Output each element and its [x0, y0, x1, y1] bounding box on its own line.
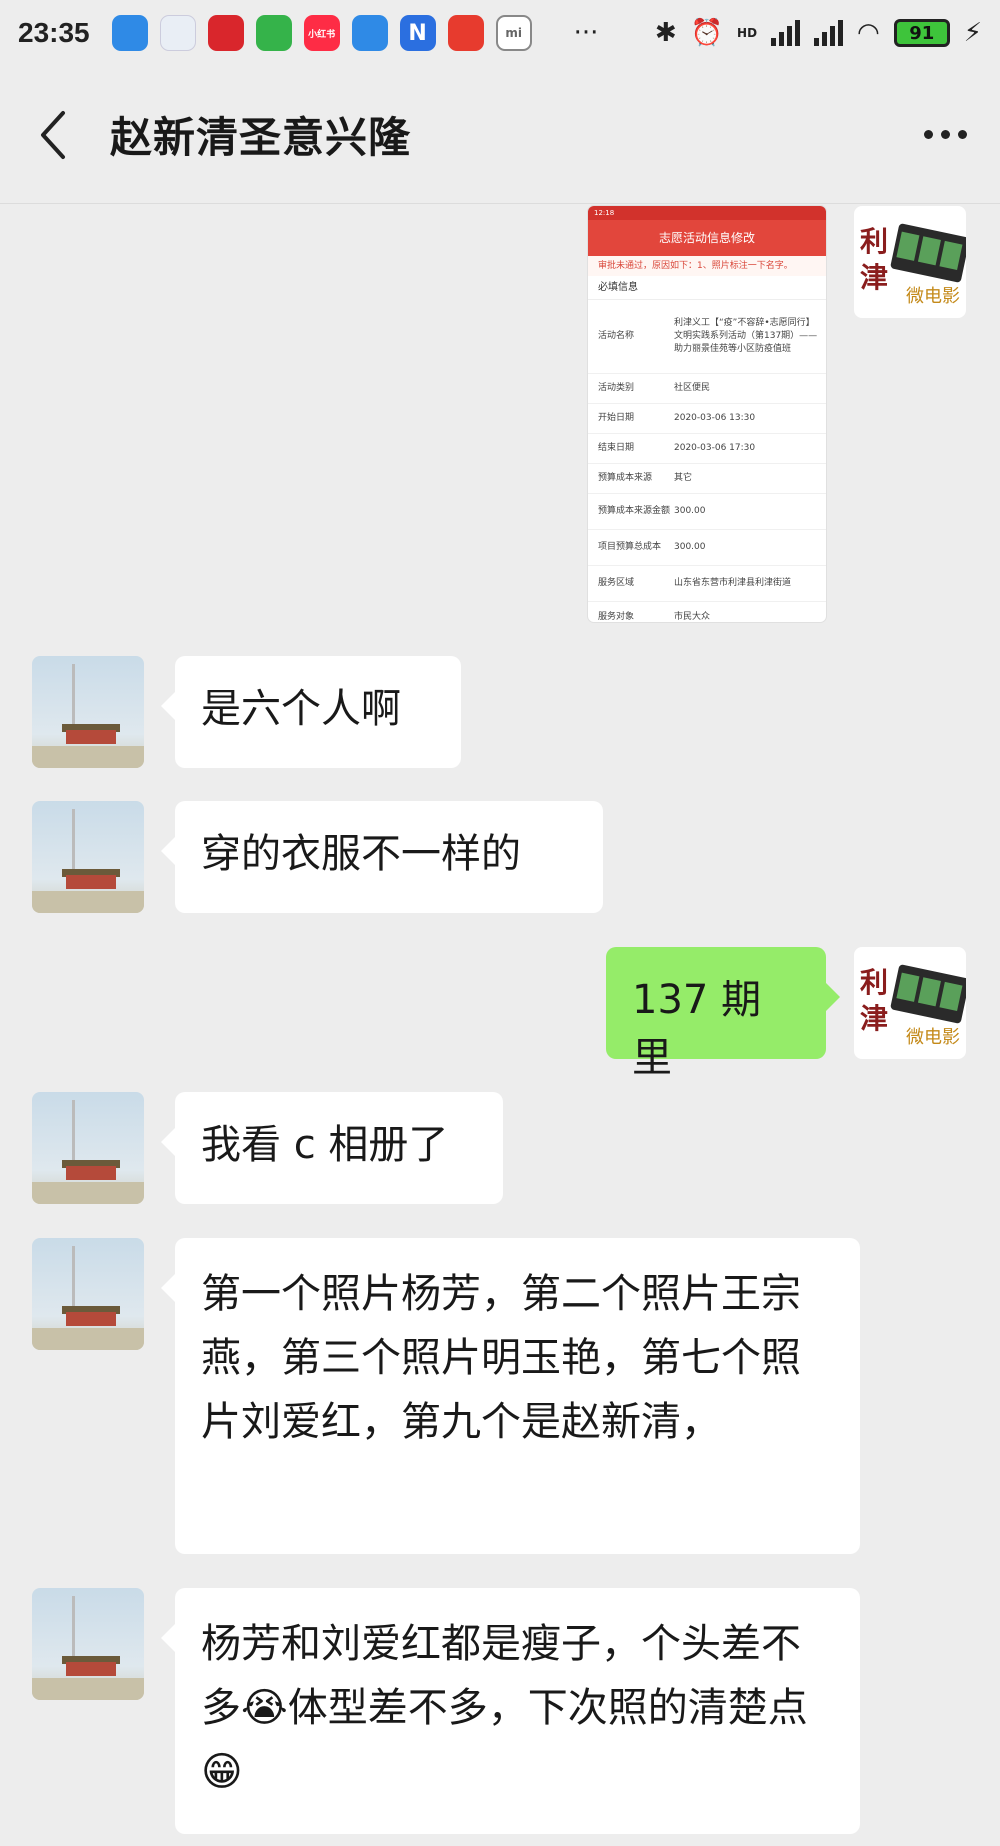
chevron-left-icon [41, 110, 65, 159]
my-avatar[interactable]: 利 津 微电影 [854, 947, 966, 1059]
message-text: 穿的衣服不一样的 [201, 831, 521, 877]
message-text: 我看 c 相册了 [201, 1122, 449, 1168]
row-key: 开始日期 [598, 413, 635, 423]
row-value: 其它 [674, 473, 693, 483]
row-key: 预算成本来源金额 [598, 506, 671, 516]
wifi-icon: ◠ [857, 18, 880, 48]
message-bubble[interactable]: 是六个人啊 [161, 656, 461, 768]
screenshot-row: 服务区域 山东省东营市利津县利津街道 [588, 566, 826, 602]
screenshot-row: 预算成本来源金额 300.00 [588, 494, 826, 530]
chat-header: 赵新清圣意兴隆 [0, 66, 1000, 204]
battery-icon: 91 [893, 19, 950, 47]
screenshot-row: 预算成本来源 其它 [588, 464, 826, 494]
message-bubble-outgoing[interactable]: 137 期里 [606, 947, 840, 1081]
app-icon-mi: mi [495, 15, 532, 51]
app-icon-video [255, 15, 292, 51]
alarm-icon: ⏰ [690, 18, 724, 48]
app-icon-red-pattern [207, 15, 244, 51]
row-key: 预算成本来源 [598, 473, 653, 483]
more-options-button[interactable] [890, 130, 1000, 139]
message-text: 杨芳和刘爱红都是瘦子，个头差不多😭体型差不多，下次照的清楚点😁 [201, 1621, 808, 1795]
row-key: 结束日期 [598, 443, 635, 453]
message-bubble[interactable]: 第一个照片杨芳，第二个照片王宗燕，第三个照片明玉艳，第七个照片刘爱红，第九个是赵… [161, 1238, 860, 1554]
message-bubble[interactable]: 我看 c 相册了 [161, 1092, 503, 1204]
avatar-char: 利 [860, 966, 889, 999]
dot-icon [957, 130, 967, 139]
charging-icon: ⚡ [963, 18, 982, 48]
screenshot-row: 服务对象 市民大众 [588, 602, 826, 622]
screenshot-row: 活动名称 利津义工【“疫”不容辞•志愿同行】文明实践系列活动（第137期）——助力… [588, 300, 826, 374]
message-text: 第一个照片杨芳，第二个照片王宗燕，第三个照片明玉艳，第七个照片刘爱红，第九个是赵… [201, 1271, 801, 1445]
contact-avatar[interactable] [32, 656, 144, 768]
message-bubble[interactable]: 杨芳和刘爱红都是瘦子，个头差不多😭体型差不多，下次照的清楚点😁 [161, 1588, 860, 1834]
row-value: 2020-03-06 17:30 [674, 443, 756, 453]
screenshot-section: 必填信息 [588, 276, 826, 300]
dot-icon [923, 130, 933, 139]
row-key: 活动类别 [598, 383, 635, 393]
status-app-icons: 小红书 N mi ··· [111, 15, 599, 51]
app-icon-blue-2 [351, 15, 388, 51]
chat-title: 赵新清圣意兴隆 [110, 113, 412, 162]
row-value: 300.00 [674, 542, 706, 552]
status-time: 23:35 [18, 17, 90, 48]
app-icon-blue [111, 15, 148, 51]
screenshot-image-message[interactable]: 12:18 志愿活动信息修改 审批未通过，原因如下：1、照片标注一下名字。 必填… [588, 206, 826, 622]
avatar-subtitle: 微电影 [906, 1027, 960, 1048]
avatar-subtitle: 微电影 [906, 286, 960, 307]
row-key: 活动名称 [598, 331, 635, 341]
screenshot-row: 结束日期 2020-03-06 17:30 [588, 434, 826, 464]
contact-avatar[interactable] [32, 1588, 144, 1700]
status-bar: 23:35 小红书 N mi ··· ✱ ⏰ HD ◠ 91 ⚡ [0, 0, 1000, 66]
row-key: 服务对象 [598, 611, 635, 622]
hd-indicator: HD [737, 26, 758, 40]
app-icon-xiaohongshu: 小红书 [303, 15, 340, 51]
avatar-char: 津 [860, 261, 889, 294]
row-value: 社区便民 [674, 383, 711, 393]
row-key: 服务区域 [598, 578, 635, 588]
contact-avatar[interactable] [32, 1238, 144, 1350]
app-icon-red-bird [447, 15, 484, 51]
row-key: 项目预算总成本 [598, 542, 662, 552]
row-value: 300.00 [674, 506, 706, 516]
back-button[interactable] [0, 66, 110, 203]
bluetooth-icon: ✱ [654, 18, 677, 48]
row-value: 山东省东营市利津县利津街道 [674, 578, 792, 588]
message-bubble[interactable]: 穿的衣服不一样的 [161, 801, 603, 913]
screenshot-row: 开始日期 2020-03-06 13:30 [588, 404, 826, 434]
screenshot-row: 活动类别 社区便民 [588, 374, 826, 404]
contact-avatar[interactable] [32, 801, 144, 913]
more-notifications-icon: ··· [573, 18, 599, 48]
row-value: 2020-03-06 13:30 [674, 413, 756, 423]
row-value: 市民大众 [674, 611, 711, 622]
message-text: 137 期里 [632, 977, 762, 1081]
message-text: 是六个人啊 [201, 686, 401, 732]
dot-icon [940, 130, 950, 139]
signal-icon [771, 20, 801, 46]
avatar-char: 利 [860, 225, 889, 258]
contact-avatar[interactable] [32, 1092, 144, 1204]
screenshot-title: 志愿活动信息修改 [588, 220, 826, 256]
app-icon-gov [159, 15, 196, 51]
row-value: 利津义工【“疫”不容辞•志愿同行】文明实践系列活动（第137期）——助力丽景佳苑… [674, 318, 818, 354]
avatar-char: 津 [860, 1002, 889, 1035]
screenshot-status-time: 12:18 [588, 206, 826, 220]
screenshot-notice: 审批未通过，原因如下：1、照片标注一下名字。 [588, 256, 826, 276]
screenshot-row: 项目预算总成本 300.00 [588, 530, 826, 566]
app-icon-n: N [399, 15, 436, 51]
signal-icon-2 [814, 20, 844, 46]
my-avatar[interactable]: 利 津 微电影 [854, 206, 966, 318]
